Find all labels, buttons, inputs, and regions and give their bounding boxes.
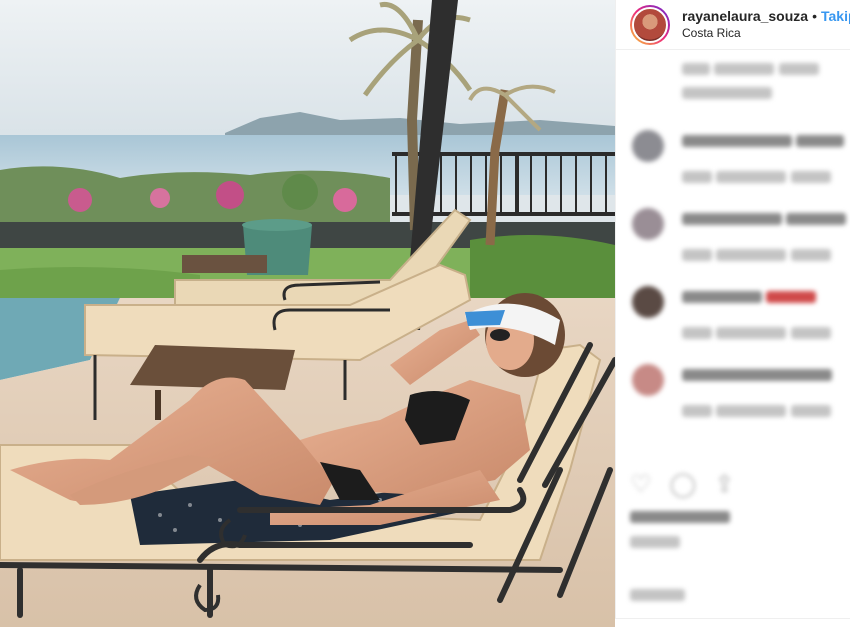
post-timestamp bbox=[630, 535, 680, 553]
share-icon[interactable]: ⇪ bbox=[714, 470, 734, 499]
follow-button[interactable]: Takip bbox=[821, 8, 850, 24]
author-info: rayanelaura_souza•Takip Costa Rica bbox=[682, 8, 850, 42]
list-item bbox=[630, 204, 850, 282]
avatar[interactable] bbox=[632, 208, 664, 240]
list-item bbox=[630, 58, 850, 126]
comment-icon[interactable]: ◯ bbox=[670, 470, 697, 499]
add-comment-input[interactable] bbox=[630, 588, 685, 606]
post-photo bbox=[0, 0, 615, 627]
post-sidebar: rayanelaura_souza•Takip Costa Rica bbox=[615, 0, 850, 627]
divider bbox=[615, 618, 850, 627]
avatar[interactable] bbox=[632, 130, 664, 162]
avatar[interactable] bbox=[632, 286, 664, 318]
comments-list bbox=[616, 50, 850, 438]
likes-count[interactable] bbox=[630, 510, 730, 528]
post-header: rayanelaura_souza•Takip Costa Rica bbox=[616, 0, 850, 50]
username-link[interactable]: rayanelaura_souza bbox=[682, 8, 808, 24]
avatar[interactable] bbox=[632, 364, 664, 396]
list-item bbox=[630, 126, 850, 204]
list-item bbox=[630, 360, 850, 438]
avatar[interactable] bbox=[630, 4, 670, 45]
post-actions: ♡ ◯ ⇪ bbox=[630, 470, 734, 499]
separator-dot: • bbox=[812, 7, 817, 24]
location-link[interactable]: Costa Rica bbox=[682, 25, 850, 42]
list-item bbox=[630, 282, 850, 360]
heart-icon[interactable]: ♡ bbox=[630, 470, 652, 499]
